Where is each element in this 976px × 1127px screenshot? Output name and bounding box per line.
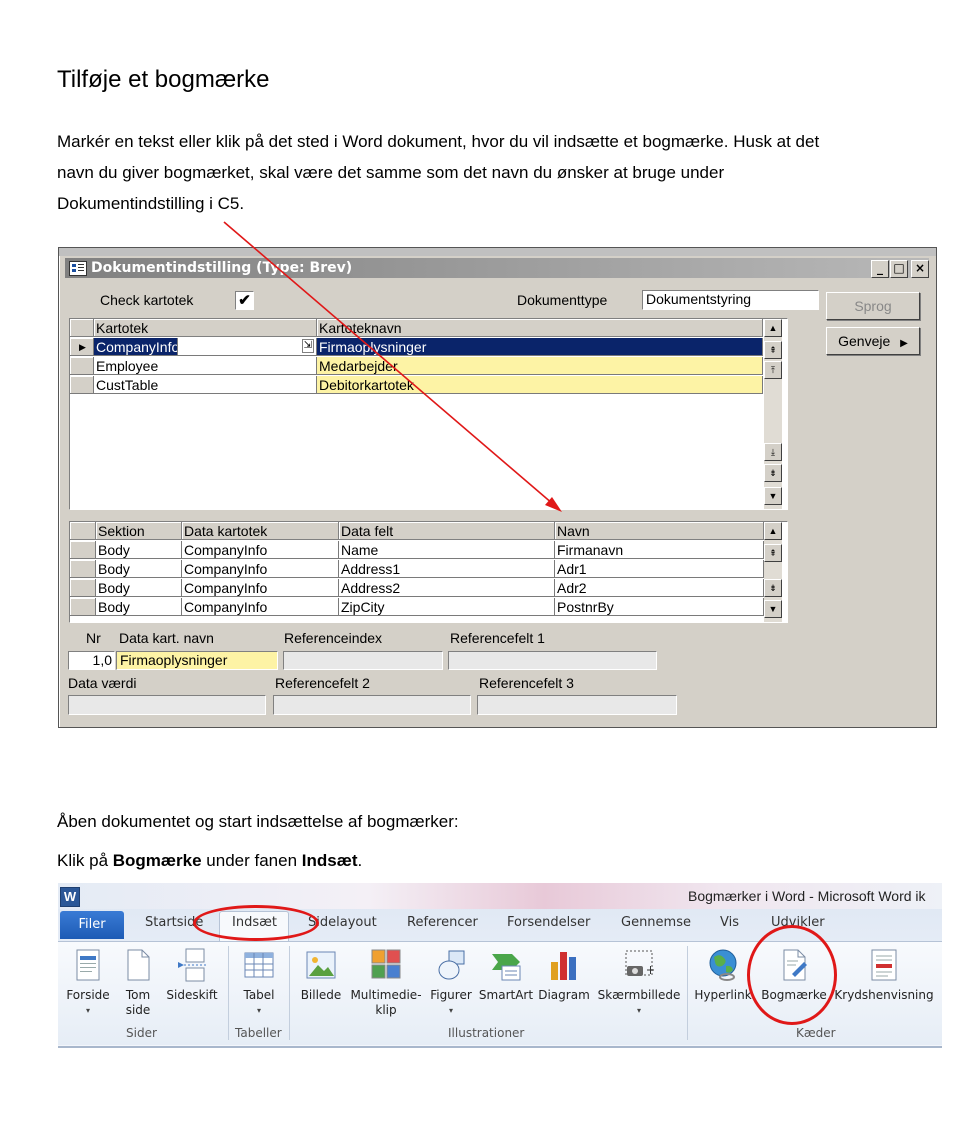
table-icon: [243, 948, 275, 982]
smartart-button[interactable]: SmartArt: [478, 942, 534, 1003]
smartart-icon: [490, 948, 522, 982]
word-ribbon-screenshot: W Bogmærker i Word - Microsoft Word ik F…: [58, 883, 942, 1048]
shapes-icon: [435, 948, 467, 982]
group-tabeller: Tabeller: [235, 1026, 282, 1040]
group-kaeder: Kæder: [796, 1026, 836, 1040]
group-separator: [289, 946, 290, 1040]
instruction-text: .: [357, 851, 363, 870]
billede-label: Billede: [300, 988, 342, 1002]
sideskift-button[interactable]: Sideskift: [162, 942, 222, 1003]
tab-forsendelser[interactable]: Forsendelser: [507, 915, 590, 930]
word-logo-icon[interactable]: W: [60, 887, 80, 907]
group-separator: [687, 946, 688, 1040]
instruction-text: Klik på: [57, 851, 113, 870]
tab-vis[interactable]: Vis: [720, 915, 739, 930]
skaermbillede-button[interactable]: Skærmbillede ▾: [594, 942, 684, 1018]
word-titlebar: W Bogmærker i Word - Microsoft Word ik: [58, 883, 942, 909]
billede-button[interactable]: Billede: [296, 942, 346, 1003]
tab-gennemse[interactable]: Gennemse: [621, 915, 691, 930]
group-sider: Sider: [126, 1026, 157, 1040]
figurer-button[interactable]: Figurer ▾: [426, 942, 476, 1018]
arrow-line: [223, 221, 554, 505]
tom-side-button[interactable]: Tom side: [120, 942, 156, 1018]
instruction-paragraph: Klik på Bogmærke under fanen Indsæt.: [57, 845, 937, 876]
multimedieklip-button[interactable]: Multimedie- klip: [348, 942, 424, 1018]
skaermbillede-label: Skærmbillede: [597, 988, 681, 1002]
dropdown-icon: ▾: [256, 1006, 261, 1015]
hyperlink-icon: [707, 948, 739, 982]
picture-icon: [305, 948, 337, 982]
forside-button[interactable]: Forside ▾: [62, 942, 114, 1018]
clip-art-icon: [370, 948, 402, 982]
krydshenvisning-label: Krydshenvisning: [834, 988, 934, 1002]
tabel-label: Tabel: [243, 988, 275, 1002]
cross-reference-icon: [868, 948, 900, 982]
group-separator: [228, 946, 229, 1040]
sideskift-label: Sideskift: [166, 988, 218, 1002]
dropdown-icon: ▾: [448, 1006, 453, 1015]
diagram-label: Diagram: [538, 988, 590, 1002]
tom-side-label-2: side: [125, 1003, 151, 1017]
multimedie-label-2: klip: [375, 1003, 397, 1017]
tab-filer[interactable]: Filer: [60, 911, 124, 939]
group-illustrationer: Illustrationer: [448, 1026, 525, 1040]
hyperlink-button[interactable]: Hyperlink: [692, 942, 754, 1003]
multimedie-label-1: Multimedie-: [350, 988, 422, 1002]
highlight-circle-indsaet: [193, 905, 319, 941]
blank-page-icon: [122, 948, 154, 982]
smartart-label: SmartArt: [478, 988, 534, 1002]
forside-label: Forside: [66, 988, 110, 1002]
dropdown-icon: ▾: [636, 1006, 641, 1015]
instruction-bold-bogmaerke: Bogmærke: [112, 851, 202, 870]
cover-page-icon: [72, 948, 104, 982]
dropdown-icon: ▾: [85, 1006, 90, 1015]
figurer-label: Figurer: [430, 988, 472, 1002]
page-break-icon: [176, 948, 208, 982]
step-paragraph: Åben dokumentet og start indsættelse af …: [57, 812, 459, 831]
tabel-button[interactable]: Tabel ▾: [234, 942, 284, 1018]
tom-side-label-1: Tom: [125, 988, 151, 1002]
diagram-button[interactable]: Diagram: [536, 942, 592, 1003]
instruction-text: under fanen: [201, 851, 302, 870]
highlight-circle-bogmaerke: [747, 925, 837, 1025]
hyperlink-label: Hyperlink: [694, 988, 752, 1002]
chart-icon: [548, 948, 580, 982]
screenshot-icon: [623, 948, 655, 982]
word-window-title: Bogmærker i Word - Microsoft Word ik: [688, 888, 926, 904]
tab-referencer[interactable]: Referencer: [407, 915, 478, 930]
krydshenvisning-button[interactable]: Krydshenvisning: [832, 942, 936, 1003]
instruction-bold-indsaet: Indsæt: [301, 851, 358, 870]
